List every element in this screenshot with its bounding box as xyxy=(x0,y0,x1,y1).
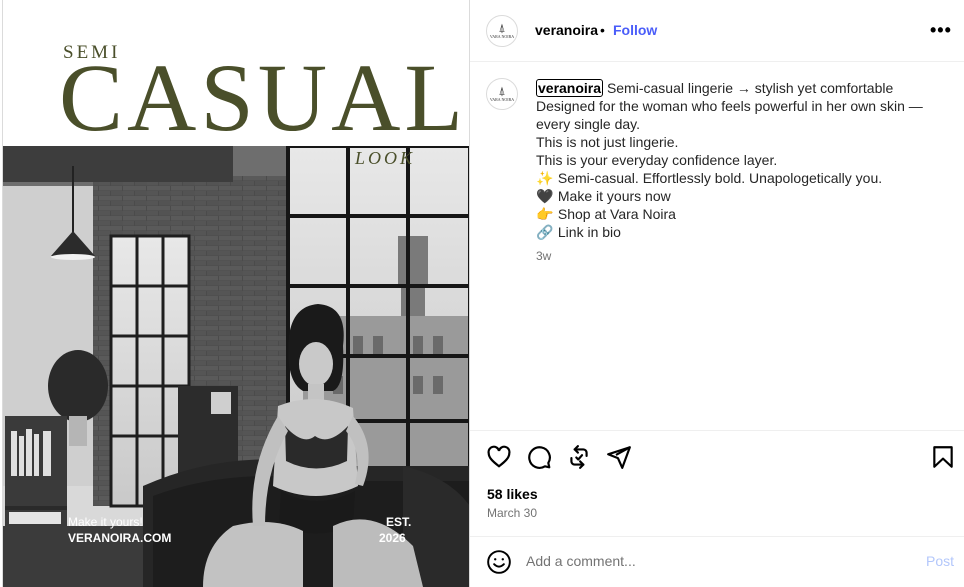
post-date[interactable]: March 30 xyxy=(487,506,537,520)
actions-bar xyxy=(470,430,964,482)
post-header: ⍋ VARA NOIRA veranoira • Follow ••• xyxy=(470,0,964,62)
follow-button[interactable]: Follow xyxy=(613,22,657,38)
emoji-icon[interactable] xyxy=(486,549,512,575)
caption-line: 🖤 Make it yours now xyxy=(536,187,946,205)
avatar[interactable]: ⍋ VARA NOIRA xyxy=(486,15,518,47)
comment-input[interactable] xyxy=(526,551,886,571)
caption-username[interactable]: veranoira xyxy=(536,79,604,97)
caption-line: ✨ Semi-casual. Effortlessly bold. Unapol… xyxy=(536,169,946,187)
caption-line: 👉 Shop at Vara Noira xyxy=(536,205,946,223)
header-separator: • xyxy=(600,22,605,38)
poster-est-year: 2026 xyxy=(379,531,406,545)
poster-est-label: EST. xyxy=(386,515,412,529)
black-heart-icon: 🖤 xyxy=(536,188,554,204)
poster-look-text: LOOK xyxy=(355,148,416,168)
eiffel-tower-icon: ⍋ xyxy=(498,84,506,98)
link-icon: 🔗 xyxy=(536,224,554,240)
header-username[interactable]: veranoira xyxy=(535,22,598,38)
caption-timestamp[interactable]: 3w xyxy=(536,249,551,263)
caption-line-text: Shop at Vara Noira xyxy=(557,206,676,222)
caption-line-text: Make it yours now xyxy=(557,188,671,204)
comment-icon[interactable] xyxy=(526,444,552,470)
more-options-button[interactable]: ••• xyxy=(930,20,952,41)
poster-header: SEMI CASUAL xyxy=(3,0,469,146)
comment-bar: Post xyxy=(470,536,964,587)
eiffel-tower-icon: ⍋ xyxy=(498,21,506,35)
caption-line: Designed for the woman who feels powerfu… xyxy=(536,98,923,132)
caption-line: veranoira Semi-casual lingerie → stylish… xyxy=(536,79,946,97)
bookmark-icon[interactable] xyxy=(930,444,956,470)
caption-line: This is your everyday confidence layer. xyxy=(536,152,778,168)
pointing-hand-icon: 👉 xyxy=(536,206,554,222)
poster-website: VERANOIRA.COM xyxy=(68,531,172,545)
caption-area: ⍋ VARA NOIRA veranoira Semi-casual linge… xyxy=(470,62,964,430)
caption-line: This is not just lingerie. xyxy=(536,134,679,150)
caption-line-text: Link in bio xyxy=(557,224,621,240)
post-comment-button[interactable]: Post xyxy=(926,553,954,569)
post-image[interactable]: SEMI CASUAL LOOK Make it yours! VERANOIR… xyxy=(2,0,469,587)
poster-tagline: Make it yours! xyxy=(68,515,143,529)
caption-line: 🔗 Link in bio xyxy=(536,223,946,241)
share-icon[interactable] xyxy=(606,444,632,470)
repost-icon[interactable] xyxy=(566,444,592,470)
heart-icon[interactable] xyxy=(486,444,512,470)
post-side-panel: ⍋ VARA NOIRA veranoira • Follow ••• ⍋ VA… xyxy=(469,0,964,587)
avatar-brand-text: VARA NOIRA xyxy=(489,34,515,39)
caption-line-text: Semi-casual lingerie → stylish yet comfo… xyxy=(606,80,894,96)
caption-line-text: Semi-casual. Effortlessly bold. Unapolog… xyxy=(557,170,883,186)
caption-text: veranoira Semi-casual lingerie → stylish… xyxy=(536,79,946,241)
likes-count[interactable]: 58 likes xyxy=(487,486,538,502)
avatar-brand-text: VARA NOIRA xyxy=(489,97,515,102)
caption-avatar[interactable]: ⍋ VARA NOIRA xyxy=(486,78,518,110)
poster-casual-text: CASUAL xyxy=(59,44,468,151)
sparkles-icon: ✨ xyxy=(536,170,554,186)
